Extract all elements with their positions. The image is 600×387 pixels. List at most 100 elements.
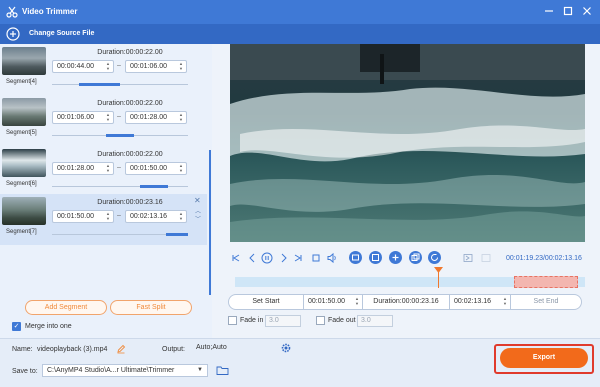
range-dash: – (117, 164, 121, 171)
minimize-icon[interactable] (542, 4, 556, 18)
fade-in-label: Fade in (240, 317, 264, 324)
save-path-select[interactable]: C:\AnyMP4 Studio\A...r Ultimate\Trimmer ▼ (42, 364, 208, 377)
next-frame-icon[interactable] (278, 252, 290, 264)
fast-split-button[interactable]: Fast Split (110, 300, 192, 315)
export-button[interactable]: Export (500, 348, 588, 368)
segment-duration: Duration:00:00:22.00 (97, 151, 163, 158)
trim-duration: Duration:00:00:23.16 (362, 294, 450, 310)
segment-end-input[interactable]: 00:02:13.16 ▲ ▼ (125, 210, 187, 223)
prev-frame-icon[interactable] (246, 252, 258, 264)
segment-thumbnail (2, 98, 46, 126)
stepper-arrows-icon[interactable]: ▲ ▼ (179, 112, 183, 122)
segment-track (52, 84, 188, 85)
stop-icon[interactable] (310, 252, 322, 264)
stepper-arrows-icon[interactable]: ▲ ▼ (106, 163, 110, 173)
segment-start-input[interactable]: 00:00:44.00 ▲ ▼ (52, 60, 114, 73)
title-bar: Video Trimmer (0, 0, 600, 24)
stepper-arrows-icon[interactable]: ▲ ▼ (106, 61, 110, 71)
change-source-bar[interactable]: Change Source File (0, 24, 600, 44)
segment-range-fill (140, 185, 168, 188)
segment-label: Segment[7] (6, 229, 37, 235)
segment-duration: Duration:00:00:22.00 (97, 49, 163, 56)
segment-label: Segment[5] (6, 130, 37, 136)
segment-start-input[interactable]: 00:01:28.00 ▲ ▼ (52, 162, 114, 175)
close-icon[interactable] (580, 4, 594, 18)
fade-in-checkbox[interactable] (228, 316, 237, 325)
reset-tool-icon[interactable] (428, 251, 441, 264)
segment-list: Segment[4] Duration:00:00:22.00 00:00:44… (0, 44, 212, 338)
stepper-arrows-icon[interactable]: ▲ ▼ (355, 296, 359, 306)
chevron-down-icon[interactable]: ▼ (197, 365, 203, 376)
segment-end-input[interactable]: 00:01:28.00 ▲ ▼ (125, 111, 187, 124)
segment-duration: Duration:00:00:22.00 (97, 100, 163, 107)
stepper-arrows-icon[interactable]: ▲ ▼ (106, 112, 110, 122)
file-name-value: videoplayback (3).mp4 (37, 346, 108, 353)
video-preview (230, 44, 585, 242)
segment-track (52, 186, 188, 187)
gear-icon[interactable] (280, 342, 292, 354)
segment-duration: Duration:00:00:23.16 (97, 199, 163, 206)
range-dash: – (117, 113, 121, 120)
move-down-icon[interactable]: ﹀ (195, 214, 201, 223)
volume-icon[interactable] (326, 252, 338, 264)
folder-icon[interactable] (216, 364, 229, 376)
skip-end-icon[interactable] (292, 252, 304, 264)
fade-out-label: Fade out (328, 317, 356, 324)
segment-range-fill (79, 83, 120, 86)
segment-label: Segment[4] (6, 79, 37, 85)
fade-in-input[interactable]: 3.0 (265, 315, 301, 327)
output-format-value: Auto;Auto (196, 344, 227, 351)
fade-out-input[interactable]: 3.0 (357, 315, 393, 327)
crop-tool-icon[interactable] (349, 251, 362, 264)
segment-end-input[interactable]: 00:01:50.00 ▲ ▼ (125, 162, 187, 175)
jump-to-end-icon[interactable] (480, 252, 492, 264)
segment-row-selected[interactable]: Segment[7] Duration:00:00:23.16 00:01:50… (0, 194, 207, 245)
stepper-arrows-icon[interactable]: ▲ ▼ (179, 61, 183, 71)
segment-start-input[interactable]: 00:01:06.00 ▲ ▼ (52, 111, 114, 124)
add-segment-button[interactable]: Add Segment (25, 300, 107, 315)
segment-thumbnail (2, 149, 46, 177)
stepper-arrows-icon[interactable]: ▲ ▼ (503, 296, 507, 306)
copy-tool-icon[interactable] (369, 251, 382, 264)
stepper-arrows-icon[interactable]: ▲ ▼ (179, 163, 183, 173)
segment-row[interactable]: Segment[6] Duration:00:00:22.00 00:01:28… (0, 146, 207, 197)
range-dash: – (117, 212, 121, 219)
add-tool-icon[interactable] (389, 251, 402, 264)
plus-circle-icon[interactable] (6, 27, 20, 41)
list-scrollbar[interactable] (209, 150, 211, 295)
edit-pencil-icon[interactable] (116, 344, 126, 354)
segment-thumbnail (2, 197, 46, 225)
merge-label: Merge into one (25, 323, 72, 330)
segment-label: Segment[6] (6, 181, 37, 187)
jump-to-start-icon[interactable] (462, 252, 474, 264)
set-start-button[interactable]: Set Start (228, 294, 304, 310)
preview-frame (230, 44, 585, 242)
timeline-selection[interactable] (514, 276, 578, 288)
stepper-arrows-icon[interactable]: ▲ ▼ (106, 211, 110, 221)
skip-start-icon[interactable] (230, 252, 242, 264)
start-time-input[interactable]: 00:01:50.00 ▲ ▼ (303, 294, 363, 310)
segment-row[interactable]: Segment[5] Duration:00:00:22.00 00:01:06… (0, 95, 207, 146)
segment-end-input[interactable]: 00:01:06.00 ▲ ▼ (125, 60, 187, 73)
change-source-label[interactable]: Change Source File (29, 30, 94, 37)
segment-thumbnail (2, 47, 46, 75)
delete-segment-icon[interactable]: ✕ (194, 196, 201, 205)
segment-row[interactable]: Segment[4] Duration:00:00:22.00 00:00:44… (0, 44, 207, 95)
stepper-arrows-icon[interactable]: ▲ ▼ (179, 211, 183, 221)
save-to-label: Save to: (12, 368, 38, 375)
window-title: Video Trimmer (22, 7, 78, 16)
scissors-icon (6, 6, 18, 18)
name-label: Name: (12, 346, 33, 353)
merge-checkbox[interactable]: ✓ (12, 322, 21, 331)
fade-out-checkbox[interactable] (316, 316, 325, 325)
maximize-icon[interactable] (561, 4, 575, 18)
duplicate-tool-icon[interactable] (409, 251, 422, 264)
segment-range-fill (106, 134, 134, 137)
output-label: Output: (162, 346, 185, 353)
end-time-input[interactable]: 00:02:13.16 ▲ ▼ (449, 294, 511, 310)
set-end-button[interactable]: Set End (510, 294, 582, 310)
pause-icon[interactable] (261, 252, 273, 264)
range-dash: – (117, 62, 121, 69)
playhead-marker-icon[interactable] (434, 267, 443, 273)
segment-start-input[interactable]: 00:01:50.00 ▲ ▼ (52, 210, 114, 223)
